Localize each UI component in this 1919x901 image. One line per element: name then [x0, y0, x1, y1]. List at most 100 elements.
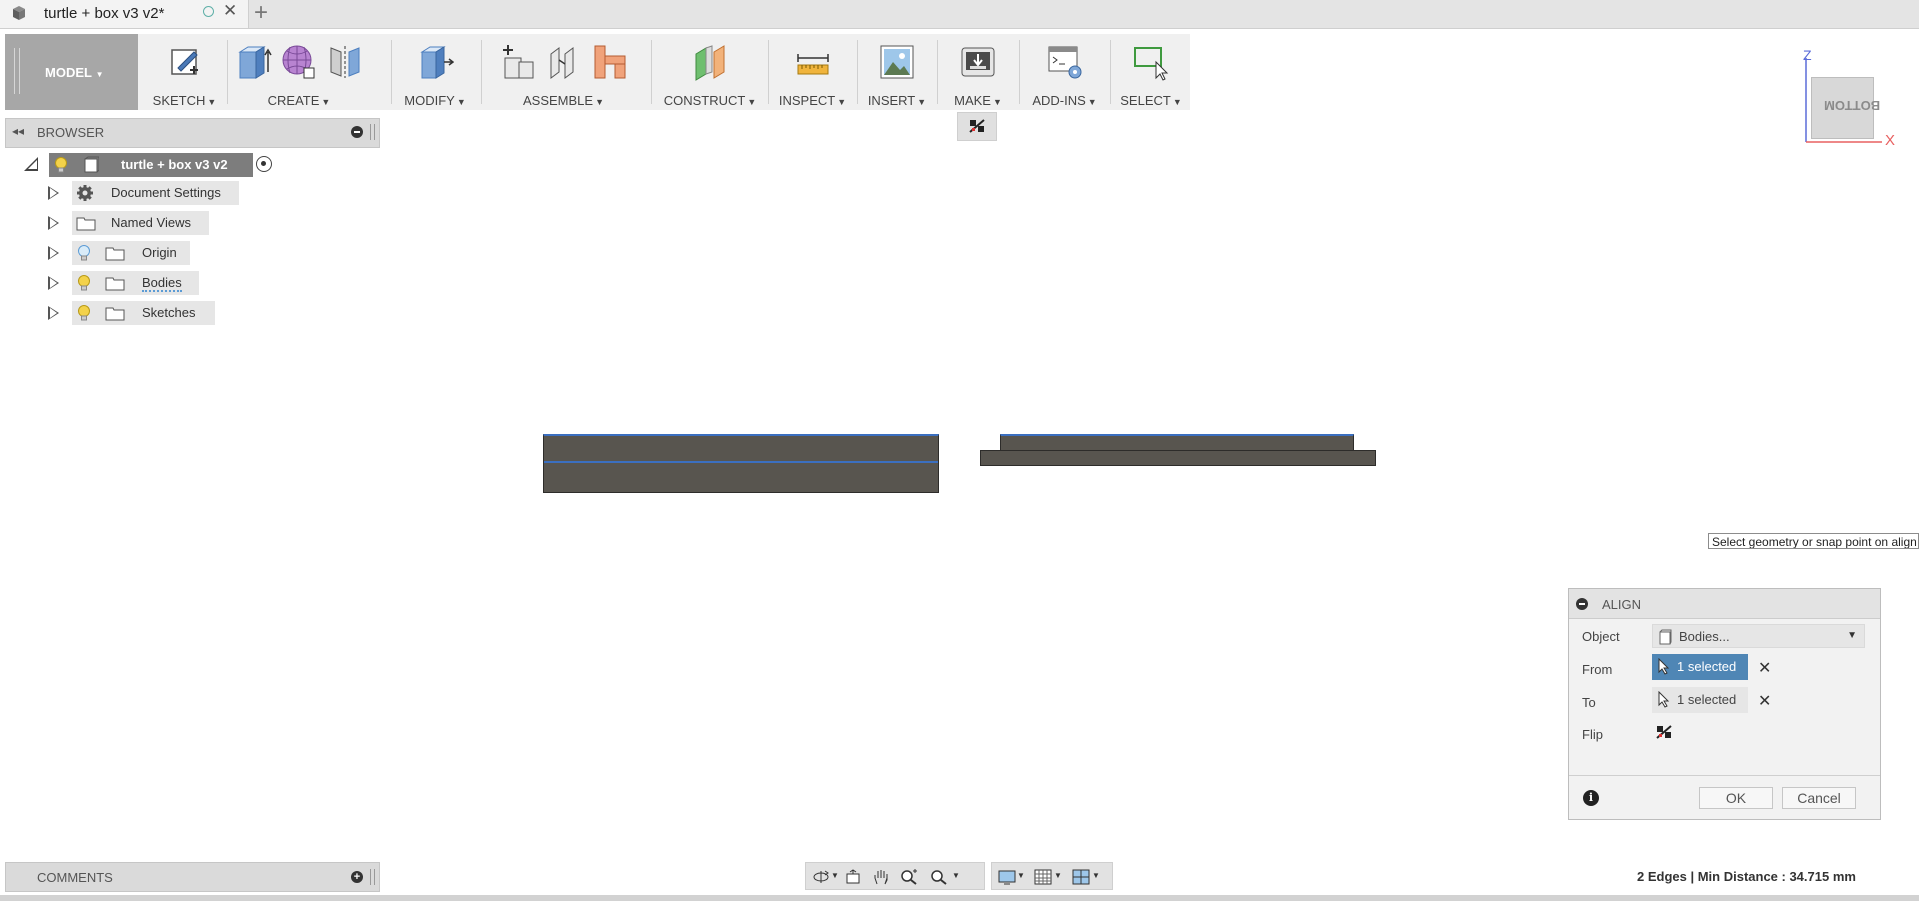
scripts-addins-icon[interactable] [1046, 42, 1084, 82]
new-tab-plus-icon[interactable]: + [254, 0, 268, 27]
body-box[interactable] [543, 434, 939, 493]
document-cube-icon [13, 6, 25, 20]
lightbulb-icon[interactable] [77, 304, 91, 322]
grid-dropdown-icon[interactable]: ▼ [1054, 871, 1062, 880]
selected-edge[interactable] [544, 461, 938, 463]
info-icon[interactable]: i [1583, 790, 1599, 806]
modify-menu-label: MODIFY [404, 93, 455, 108]
browser-panel-header[interactable]: ◂◂ BROWSER [5, 118, 380, 148]
3d-print-icon[interactable] [959, 42, 997, 82]
press-pull-icon[interactable] [416, 42, 454, 82]
browser-root-node[interactable]: turtle + box v3 v2 [49, 153, 253, 177]
cancel-button[interactable]: Cancel [1782, 787, 1856, 809]
lightbulb-off-icon[interactable] [77, 244, 91, 262]
root-collapse-toggle[interactable] [24, 157, 38, 171]
construct-group[interactable]: CONSTRUCT ▼ [653, 34, 767, 110]
tree-node[interactable]: Named Views [72, 211, 209, 235]
to-label: To [1582, 695, 1596, 710]
measure-icon[interactable] [794, 42, 832, 82]
make-group[interactable]: MAKE ▼ [938, 34, 1018, 110]
zoom-icon[interactable] [900, 869, 918, 885]
mirror-icon[interactable] [326, 42, 364, 82]
addins-group[interactable]: ADD-INS ▼ [1020, 34, 1109, 110]
select-window-icon[interactable] [1132, 42, 1170, 82]
form-sculpt-icon[interactable] [280, 42, 318, 82]
comments-panel[interactable]: COMMENTS + [5, 862, 380, 892]
viewports-icon[interactable] [1072, 869, 1090, 885]
viewcube[interactable]: BOTTOM [1798, 50, 1898, 150]
inspect-group[interactable]: INSPECT ▼ [770, 34, 855, 110]
body-turtle-base[interactable] [980, 450, 1376, 466]
display-dropdown-icon[interactable]: ▼ [1017, 871, 1025, 880]
browser-title: BROWSER [37, 125, 105, 140]
expand-toggle-icon[interactable] [48, 246, 59, 260]
tree-node[interactable]: Origin [72, 241, 190, 265]
pan-hand-icon[interactable] [872, 869, 890, 885]
create-sketch-icon[interactable] [166, 42, 204, 82]
extrude-icon[interactable] [234, 42, 272, 82]
sketch-group[interactable]: SKETCH ▼ [142, 34, 227, 110]
object-type-dropdown[interactable]: Bodies... ▼ [1652, 624, 1865, 648]
display-settings-icon[interactable] [998, 869, 1016, 885]
flip-label: Flip [1582, 727, 1603, 742]
viewcube-face[interactable]: BOTTOM [1811, 77, 1880, 139]
lightbulb-icon[interactable] [54, 156, 68, 174]
grid-icon[interactable] [1034, 869, 1052, 885]
expand-toggle-icon[interactable] [48, 306, 59, 320]
assemble-group[interactable]: ASSEMBLE ▼ [482, 34, 645, 110]
lightbulb-icon[interactable] [77, 274, 91, 292]
insert-menu-label: INSERT [867, 93, 916, 108]
folder-icon [76, 217, 96, 231]
viewports-dropdown-icon[interactable]: ▼ [1092, 871, 1100, 880]
expand-toggle-icon[interactable] [48, 216, 59, 230]
object-label: Object [1582, 629, 1620, 644]
orbit-dropdown-icon[interactable]: ▼ [831, 871, 839, 880]
collapse-dialog-icon[interactable] [1576, 598, 1588, 610]
tree-node[interactable]: Bodies [72, 271, 199, 295]
document-tab[interactable]: turtle + box v3 v2* ✕ [0, 0, 249, 28]
add-comment-icon[interactable]: + [351, 871, 363, 883]
construct-menu-label: CONSTRUCT [663, 93, 746, 108]
expand-toggle-icon[interactable] [48, 186, 59, 200]
tree-node[interactable]: Document Settings [72, 181, 239, 205]
joint-icon[interactable] [545, 42, 583, 82]
from-selection-button[interactable]: 1 selected [1652, 654, 1748, 680]
fit-zoom-icon[interactable] [930, 869, 948, 885]
tree-node[interactable]: Sketches [72, 301, 215, 325]
create-group[interactable]: CREATE ▼ [229, 34, 369, 110]
modify-group[interactable]: MODIFY ▼ [392, 34, 478, 110]
to-selection-button[interactable]: 1 selected [1652, 687, 1748, 713]
look-at-icon[interactable] [844, 869, 862, 885]
panel-pin-icon[interactable] [370, 124, 375, 140]
zoom-dropdown-icon[interactable]: ▼ [952, 871, 960, 880]
ok-button[interactable]: OK [1699, 787, 1773, 809]
activate-component-radio[interactable] [256, 156, 272, 172]
close-tab-icon[interactable]: ✕ [223, 1, 237, 21]
clear-to-icon[interactable]: ✕ [1758, 691, 1771, 711]
insert-image-icon[interactable] [878, 42, 916, 82]
dialog-header[interactable]: ALIGN [1569, 589, 1880, 619]
minimize-panel-icon[interactable] [351, 126, 363, 138]
panel-pin-icon[interactable] [370, 869, 375, 885]
collapse-panel-icon[interactable]: ◂◂ [12, 124, 24, 138]
folder-icon [105, 307, 125, 321]
workspace-switcher[interactable]: MODEL ▼ [5, 34, 138, 110]
make-menu-label: MAKE [954, 93, 991, 108]
to-selection-count: 1 selected [1677, 692, 1737, 707]
align-flip-float-button[interactable] [957, 112, 997, 141]
workspace-label: MODEL [45, 65, 92, 80]
as-built-joint-icon[interactable] [591, 42, 629, 82]
body-turtle-top[interactable] [1000, 434, 1354, 451]
flip-icon[interactable] [1655, 724, 1673, 740]
new-component-icon[interactable] [499, 42, 537, 82]
select-group[interactable]: SELECT ▼ [1111, 34, 1191, 110]
tree-item-label: Document Settings [111, 185, 221, 200]
object-type-value: Bodies... [1679, 629, 1730, 644]
clear-from-icon[interactable]: ✕ [1758, 658, 1771, 678]
orbit-icon[interactable] [812, 869, 830, 885]
insert-group[interactable]: INSERT ▼ [858, 34, 936, 110]
expand-toggle-icon[interactable] [48, 276, 59, 290]
component-icon [84, 156, 99, 173]
cursor-icon [1658, 658, 1670, 675]
offset-plane-icon[interactable] [691, 42, 729, 82]
